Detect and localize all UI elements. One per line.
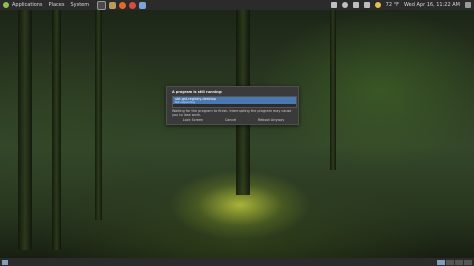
lock-screen-button[interactable]: Lock Screen [177,118,209,122]
bottom-panel [0,258,474,266]
volume-icon[interactable] [352,2,359,8]
workspace-3[interactable] [455,259,463,265]
workspace-4[interactable] [464,259,472,265]
workspace-2[interactable] [446,259,454,265]
distro-logo-icon [3,2,9,8]
applications-menu[interactable]: Applications [3,2,43,8]
workspace-1[interactable] [437,259,445,265]
dialog-title: A program is still running: [172,90,223,94]
system-tray: 72 °F Wed Apr 16, 11:22 AM [330,2,471,8]
cancel-button[interactable]: Cancel [219,118,243,122]
tree-trunk [330,10,336,170]
editor-launcher-icon[interactable] [139,1,147,9]
temperature-readout[interactable]: 72 °F [386,2,399,8]
launcher-bar [97,0,147,10]
show-desktop-icon[interactable] [2,259,8,265]
top-panel: Applications Places System 72 °F Wed Apr… [0,0,474,10]
files-launcher-icon[interactable] [109,1,117,9]
battery-icon[interactable] [363,2,370,8]
places-menu[interactable]: Places [49,2,65,8]
applications-menu-label: Applications [12,2,43,8]
tree-trunk [18,10,32,250]
terminal-launcher-icon[interactable] [97,0,107,10]
tree-trunk [95,10,102,220]
running-program-dialog: A program is still running: ubt-gst-regi… [166,86,299,125]
firefox-launcher-icon[interactable] [119,1,127,9]
power-icon[interactable] [465,2,471,8]
program-list: ubt-gst-registry-desktop Not responding [172,96,297,108]
reboot-anyway-button[interactable]: Reboot Anyway [252,118,290,122]
network-icon[interactable] [330,2,337,8]
tree-trunk [52,10,61,250]
chrome-launcher-icon[interactable] [129,1,137,9]
clock[interactable]: Wed Apr 16, 11:22 AM [404,2,460,8]
program-list-item[interactable]: ubt-gst-registry-desktop Not responding [173,97,296,104]
workspace-switcher [437,259,472,265]
program-name: ubt-gst-registry-desktop [175,96,217,101]
program-status: Not responding [175,100,195,104]
weather-icon [374,2,381,8]
dialog-message: Waiting for the program to finish. Inter… [172,109,292,117]
dialog-buttons: Lock Screen Cancel Reboot Anyway [172,117,295,123]
main-menu: Applications Places System [3,2,89,8]
system-menu[interactable]: System [70,2,89,8]
settings-icon[interactable] [341,2,348,8]
